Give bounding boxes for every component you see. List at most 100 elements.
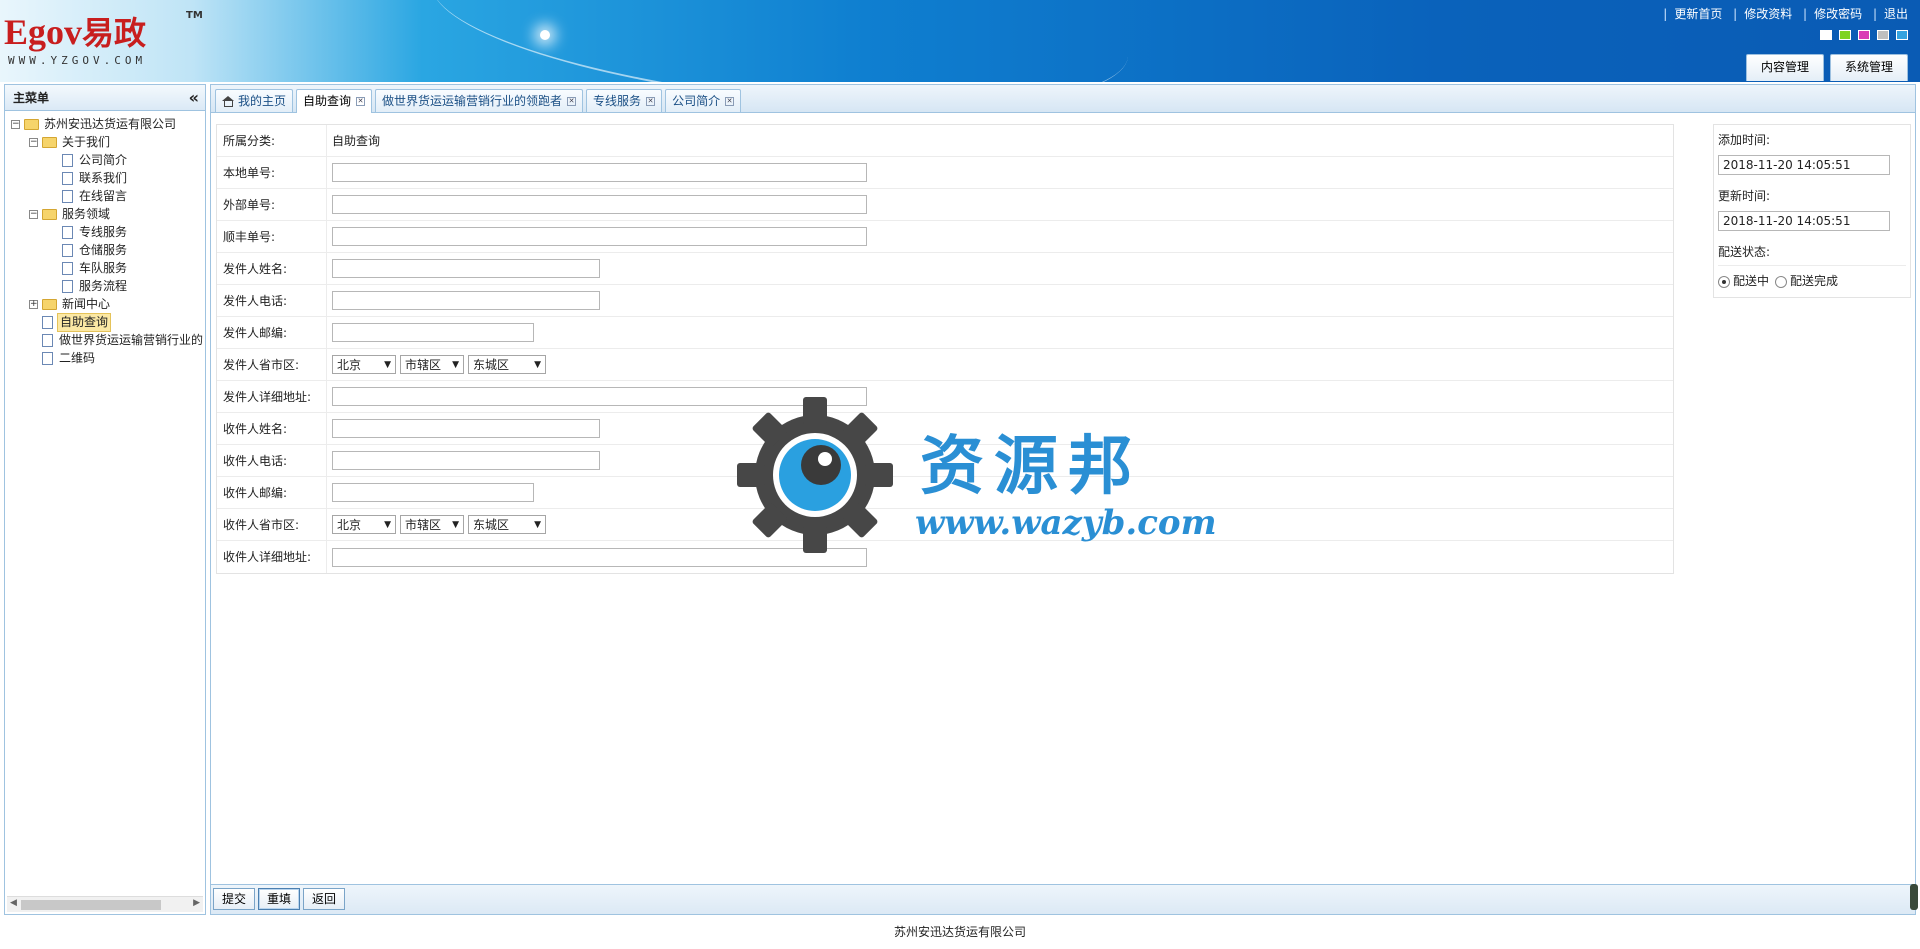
expand-icon[interactable]: +: [29, 299, 38, 309]
submit-button[interactable]: 提交: [213, 888, 256, 910]
module-tabs: 内容管理 系统管理: [1745, 54, 1908, 81]
chevron-down-icon: ▼: [452, 519, 459, 530]
field-label: 顺丰单号:: [217, 221, 327, 252]
tree-node[interactable]: 仓储服务: [62, 241, 129, 259]
local-no-input[interactable]: [332, 163, 867, 182]
logo[interactable]: Egov易政 TM WWW.YZGOV.COM: [4, 6, 204, 72]
receiver-city-select[interactable]: 市辖区 ▼: [400, 515, 464, 534]
form-row-sender-address: 发件人详细地址:: [217, 381, 1673, 413]
skin-swatch-gray[interactable]: [1877, 30, 1889, 40]
sender-district-select[interactable]: 东城区 ▼: [468, 355, 546, 374]
tab-self-query[interactable]: 自助查询 ✕: [296, 89, 373, 113]
form-row-receiver-zip: 收件人邮编:: [217, 477, 1673, 509]
tree-node[interactable]: − 关于我们: [29, 133, 112, 151]
tree-node[interactable]: 专线服务: [62, 223, 129, 241]
close-icon[interactable]: ✕: [567, 96, 577, 106]
field-label: 收件人姓名:: [217, 413, 327, 444]
updated-time-input[interactable]: 2018-11-20 14:05:51: [1718, 211, 1890, 231]
link-logout[interactable]: 退出: [1884, 7, 1908, 21]
external-no-input[interactable]: [332, 195, 867, 214]
sender-phone-input[interactable]: [332, 291, 600, 310]
close-icon[interactable]: ✕: [646, 96, 656, 106]
tree-node-label: 苏州安迅达货运有限公司: [44, 117, 177, 131]
tree-node[interactable]: 公司简介: [62, 151, 129, 169]
tree-node[interactable]: 服务流程: [62, 277, 129, 295]
document-icon: [62, 189, 73, 203]
receiver-district-select[interactable]: 东城区 ▼: [468, 515, 546, 534]
tab-leader-article[interactable]: 做世界货运运输营销行业的领跑者 ✕: [375, 89, 584, 112]
collapse-icon[interactable]: «: [189, 85, 199, 111]
document-icon: [62, 279, 73, 293]
radio-button[interactable]: [1775, 275, 1788, 288]
sender-province-select[interactable]: 北京 ▼: [332, 355, 396, 374]
footer-company: 苏州安迅达货运有限公司: [893, 925, 1026, 939]
close-icon[interactable]: ✕: [725, 96, 735, 106]
delivery-status-label: 配送状态:: [1718, 245, 1771, 259]
tree-node-label: 仓储服务: [79, 243, 128, 257]
back-button[interactable]: 返回: [303, 888, 346, 910]
tab-my-home[interactable]: 我的主页: [215, 89, 294, 112]
chevron-down-icon: ▼: [384, 359, 391, 370]
receiver-phone-input[interactable]: [332, 451, 600, 470]
receiver-name-input[interactable]: [332, 419, 600, 438]
tree-node[interactable]: 车队服务: [62, 259, 129, 277]
status-in-delivery[interactable]: 配送中: [1718, 272, 1769, 289]
document-icon: [62, 261, 73, 275]
skin-swatch-white[interactable]: [1820, 30, 1832, 40]
added-time-input[interactable]: 2018-11-20 14:05:51: [1718, 155, 1890, 175]
sf-no-input[interactable]: [332, 227, 867, 246]
collapse-node-icon[interactable]: −: [29, 137, 38, 147]
link-change-password[interactable]: 修改密码: [1814, 7, 1862, 21]
resize-grip[interactable]: [1910, 884, 1918, 910]
folder-icon: [24, 118, 39, 130]
logo-trademark: TM: [186, 10, 203, 21]
tab-company-intro[interactable]: 公司简介 ✕: [665, 89, 742, 112]
receiver-zip-input[interactable]: [332, 483, 534, 502]
folder-icon: [42, 136, 57, 148]
module-tab-content[interactable]: 内容管理: [1745, 54, 1824, 81]
status-delivered[interactable]: 配送完成: [1775, 272, 1838, 289]
collapse-node-icon[interactable]: −: [11, 119, 20, 129]
field-label: 发件人电话:: [217, 285, 327, 316]
sender-city-select[interactable]: 市辖区 ▼: [400, 355, 464, 374]
tree-node[interactable]: 联系我们: [62, 169, 129, 187]
horizontal-scrollbar[interactable]: ◀ ▶: [7, 896, 203, 912]
receiver-address-input[interactable]: [332, 547, 867, 567]
tree-node[interactable]: 自助查询: [42, 312, 112, 332]
scroll-thumb[interactable]: [21, 900, 161, 910]
skin-swatch-blue[interactable]: [1896, 30, 1908, 40]
collapse-node-icon[interactable]: −: [29, 209, 38, 219]
tab-label: 我的主页: [238, 93, 287, 108]
tree-node[interactable]: 二维码: [42, 349, 97, 367]
module-tab-system[interactable]: 系统管理: [1829, 54, 1908, 81]
tree-node-label: 公司简介: [79, 153, 128, 167]
reset-button[interactable]: 重填: [258, 888, 301, 910]
scroll-left-icon[interactable]: ◀: [10, 898, 17, 908]
main-content-panel: 我的主页 自助查询 ✕ 做世界货运运输营销行业的领跑者 ✕ 专线服务 ✕ 公司简…: [210, 84, 1918, 915]
document-icon: [62, 225, 73, 239]
receiver-province-select[interactable]: 北京 ▼: [332, 515, 396, 534]
close-icon[interactable]: ✕: [356, 97, 366, 106]
link-edit-profile[interactable]: 修改资料: [1744, 7, 1792, 21]
sender-zip-input[interactable]: [332, 323, 534, 342]
skin-swatch-green[interactable]: [1839, 30, 1851, 40]
tree-node[interactable]: − 服务领域: [29, 205, 112, 223]
tree-node[interactable]: + 新闻中心: [29, 295, 112, 313]
tree-node-label: 车队服务: [79, 261, 128, 275]
skin-swatch-pink[interactable]: [1858, 30, 1870, 40]
chevron-down-icon: ▼: [384, 519, 391, 530]
scroll-right-icon[interactable]: ▶: [193, 898, 200, 908]
tree-node-label: 在线留言: [79, 189, 128, 203]
tree-node-label: 服务领域: [62, 207, 111, 221]
radio-button[interactable]: [1718, 275, 1730, 288]
sender-address-input[interactable]: [332, 387, 867, 406]
tab-line-service[interactable]: 专线服务 ✕: [586, 89, 663, 112]
link-refresh-home[interactable]: 更新首页: [1674, 7, 1722, 21]
tree-node[interactable]: 在线留言: [62, 187, 129, 205]
tree-node[interactable]: − 苏州安迅达货运有限公司: [11, 115, 178, 133]
sender-name-input[interactable]: [332, 259, 600, 278]
meta-panel: 添加时间: 2018-11-20 14:05:51 更新时间: 2018-11-…: [1713, 124, 1911, 298]
logo-url: WWW.YZGOV.COM: [8, 54, 147, 67]
menu-title-bar: 主菜单 «: [5, 85, 205, 111]
tree-node[interactable]: 做世界货运运输营销行业的: [42, 331, 205, 349]
